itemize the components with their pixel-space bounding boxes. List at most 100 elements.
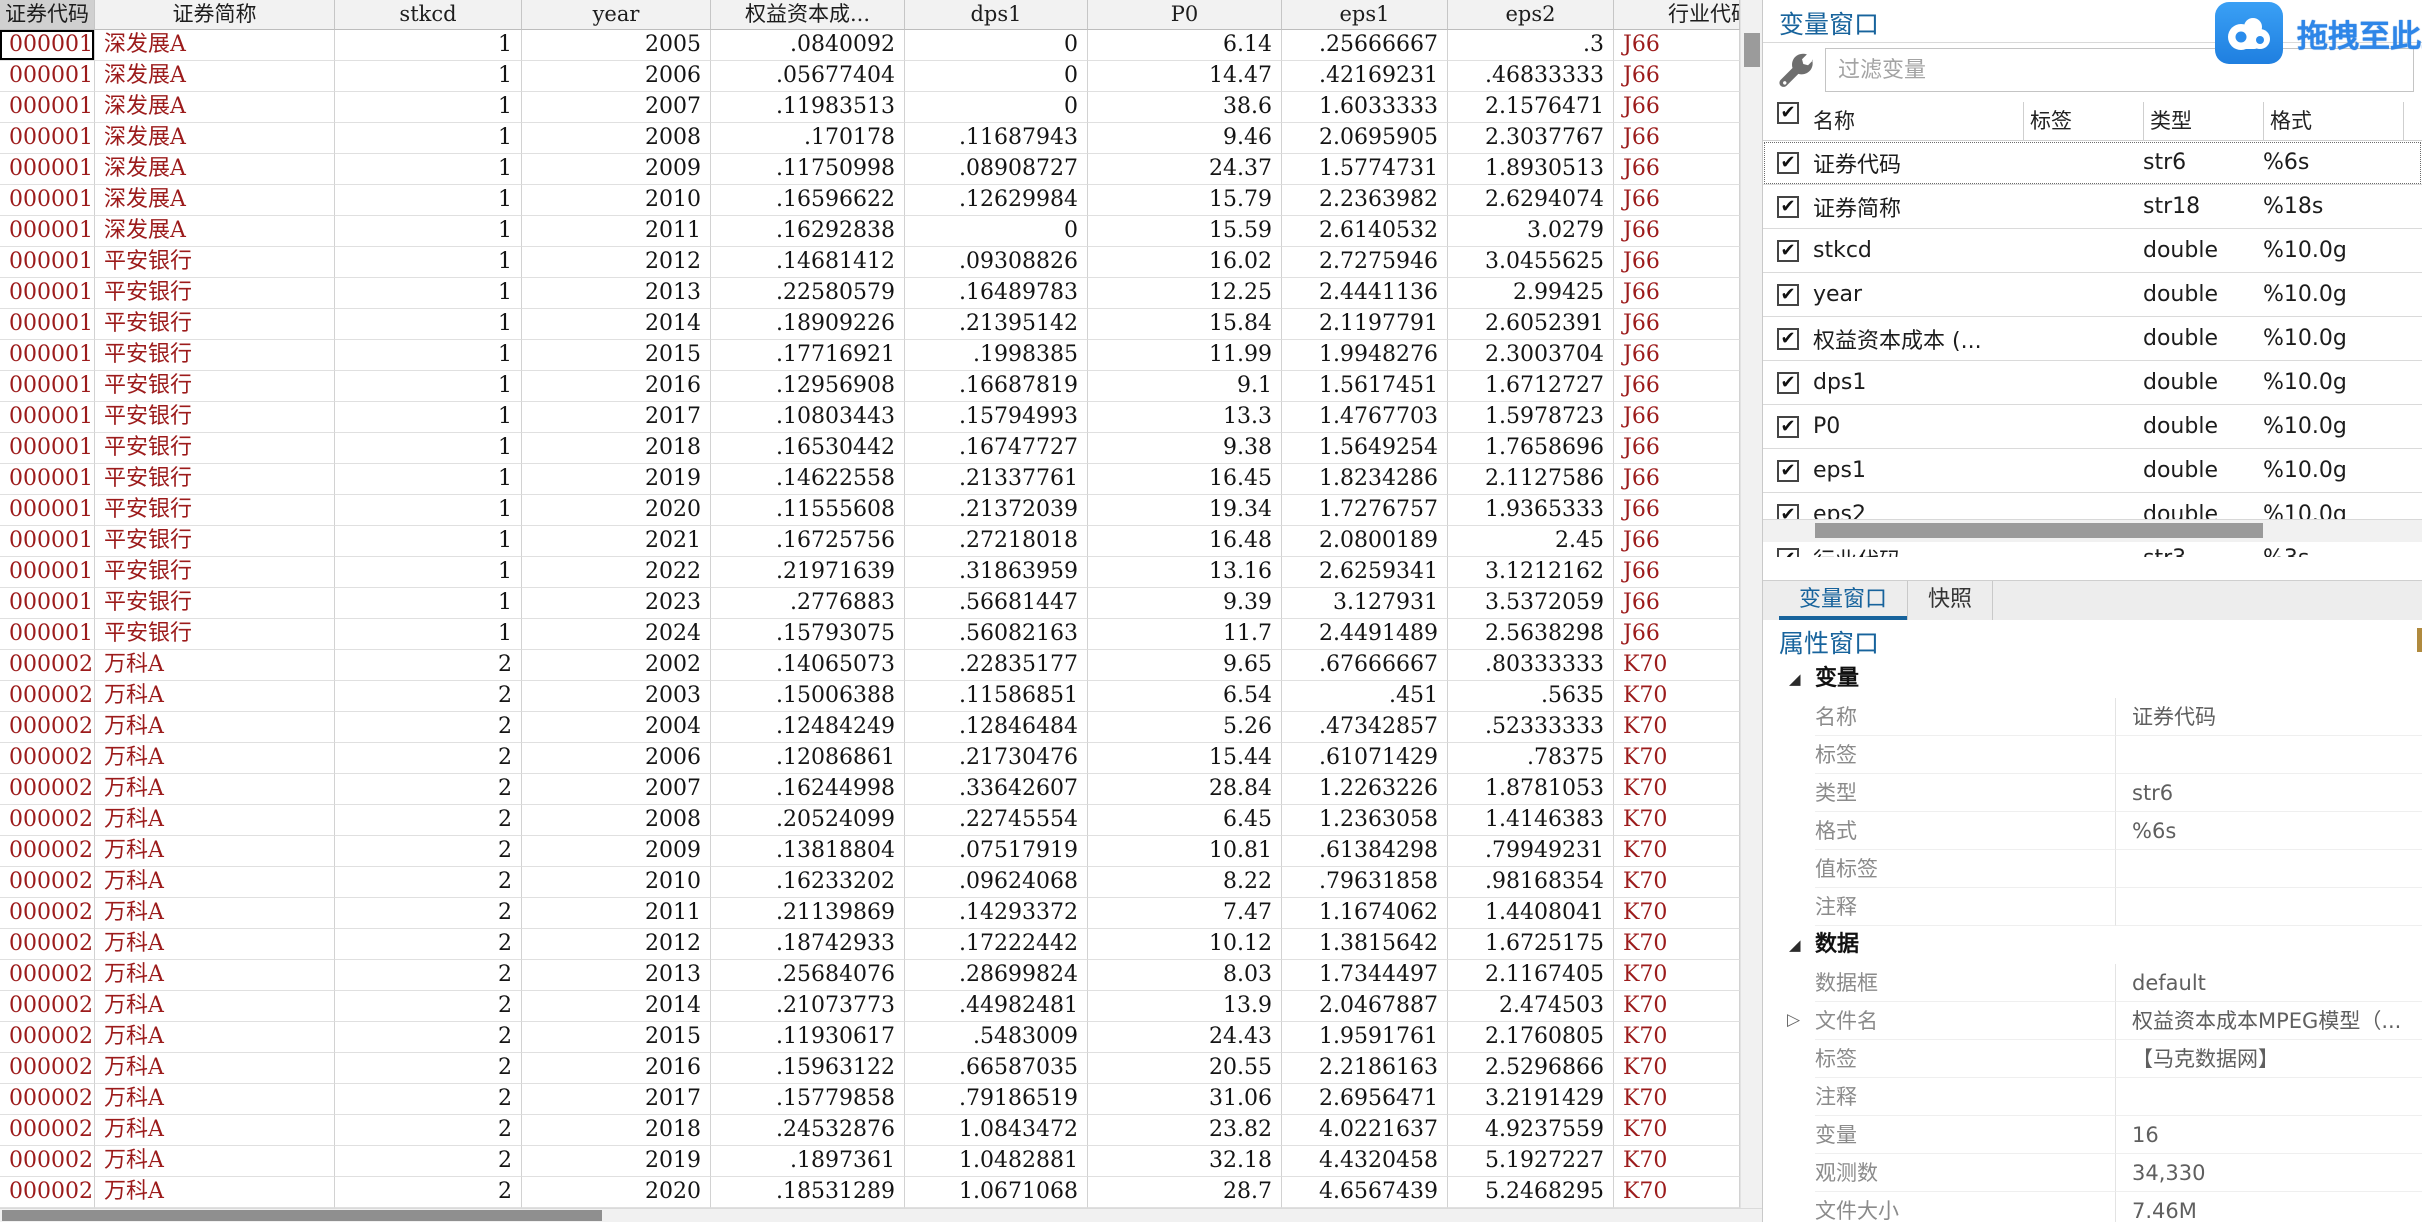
cell[interactable]: 2008	[522, 805, 711, 836]
cell[interactable]: 万科A	[95, 650, 335, 681]
cell[interactable]: .61071429	[1282, 743, 1448, 774]
variable-checkbox[interactable]: ✔	[1777, 416, 1799, 438]
cell[interactable]: J66	[1614, 340, 1740, 371]
cell[interactable]: 16.45	[1088, 464, 1282, 495]
cell[interactable]: J66	[1614, 495, 1740, 526]
cell[interactable]: 万科A	[95, 1146, 335, 1177]
cell[interactable]: 000001	[0, 61, 95, 92]
cell[interactable]: 31.06	[1088, 1084, 1282, 1115]
cell[interactable]: 000001	[0, 526, 95, 557]
cell[interactable]: 2019	[522, 1146, 711, 1177]
section-header[interactable]: ◢数据	[1763, 926, 2422, 964]
cell[interactable]: 9.46	[1088, 123, 1282, 154]
cell[interactable]: 16.48	[1088, 526, 1282, 557]
cell[interactable]: 2.6140532	[1282, 216, 1448, 247]
cell[interactable]: 平安银行	[95, 402, 335, 433]
cell[interactable]: 2021	[522, 526, 711, 557]
cell[interactable]: 13.16	[1088, 557, 1282, 588]
cell[interactable]: .15963122	[711, 1053, 905, 1084]
cell[interactable]: 4.6567439	[1282, 1177, 1448, 1208]
cell[interactable]: .27218018	[905, 526, 1088, 557]
cell[interactable]: 1	[335, 216, 522, 247]
cell[interactable]: 15.79	[1088, 185, 1282, 216]
cell[interactable]: 2.6294074	[1448, 185, 1614, 216]
column-header-format[interactable]: 格式	[2263, 102, 2403, 140]
column-header-name[interactable]: 名称	[1813, 102, 2023, 140]
cell[interactable]: 000002	[0, 898, 95, 929]
cell[interactable]: 2.474503	[1448, 991, 1614, 1022]
cell[interactable]: 1	[335, 557, 522, 588]
cell[interactable]: 2022	[522, 557, 711, 588]
cell[interactable]: 2.2186163	[1282, 1053, 1448, 1084]
cell[interactable]: 深发展A	[95, 61, 335, 92]
cell[interactable]: 万科A	[95, 991, 335, 1022]
table-vertical-scrollbar[interactable]	[1740, 0, 1763, 1208]
variable-checkbox[interactable]: ✔	[1777, 152, 1799, 174]
cell[interactable]: 2.99425	[1448, 278, 1614, 309]
cell[interactable]: .13818804	[711, 836, 905, 867]
cell[interactable]: 3.127931	[1282, 588, 1448, 619]
cell[interactable]: 1.2363058	[1282, 805, 1448, 836]
cell[interactable]: .5635	[1448, 681, 1614, 712]
cell[interactable]: .5483009	[905, 1022, 1088, 1053]
cell[interactable]: 2.1167405	[1448, 960, 1614, 991]
cell[interactable]: 000001	[0, 247, 95, 278]
cell[interactable]: 2.45	[1448, 526, 1614, 557]
cell[interactable]: 1.6725175	[1448, 929, 1614, 960]
cell[interactable]: 2.0800189	[1282, 526, 1448, 557]
cell[interactable]: 1	[335, 30, 522, 61]
cell[interactable]: .79949231	[1448, 836, 1614, 867]
cell[interactable]: .21337761	[905, 464, 1088, 495]
cell[interactable]: .25666667	[1282, 30, 1448, 61]
cell[interactable]: 1.4767703	[1282, 402, 1448, 433]
cell[interactable]: 万科A	[95, 681, 335, 712]
cell[interactable]: J66	[1614, 123, 1740, 154]
property-value[interactable]	[2115, 850, 2422, 888]
column-header-year[interactable]: year	[522, 0, 711, 30]
cell[interactable]: 38.6	[1088, 92, 1282, 123]
cell[interactable]: 000001	[0, 340, 95, 371]
cell[interactable]: .79631858	[1282, 867, 1448, 898]
column-header-行业代码[interactable]: 行业代码	[1614, 0, 1740, 30]
cell[interactable]: 万科A	[95, 960, 335, 991]
cell[interactable]: .11983513	[711, 92, 905, 123]
cell[interactable]: 000002	[0, 743, 95, 774]
cell[interactable]: 000001	[0, 309, 95, 340]
cell[interactable]: 2.6956471	[1282, 1084, 1448, 1115]
cell[interactable]: 24.43	[1088, 1022, 1282, 1053]
cell[interactable]: 5.2468295	[1448, 1177, 1614, 1208]
cell[interactable]: .16725756	[711, 526, 905, 557]
cell[interactable]: 平安银行	[95, 309, 335, 340]
cell[interactable]: 1.6033333	[1282, 92, 1448, 123]
cell[interactable]: 平安银行	[95, 371, 335, 402]
cell[interactable]: 2	[335, 1115, 522, 1146]
cell[interactable]: .1897361	[711, 1146, 905, 1177]
cell[interactable]: 000002	[0, 681, 95, 712]
cell[interactable]: J66	[1614, 619, 1740, 650]
cell[interactable]: 1.0482881	[905, 1146, 1088, 1177]
cell[interactable]: 5.26	[1088, 712, 1282, 743]
cell[interactable]: J66	[1614, 61, 1740, 92]
cell[interactable]: 000002	[0, 960, 95, 991]
cell[interactable]: .16244998	[711, 774, 905, 805]
cell[interactable]: 000001	[0, 185, 95, 216]
cell[interactable]: 2014	[522, 309, 711, 340]
cell[interactable]: 28.7	[1088, 1177, 1282, 1208]
cell[interactable]: 0	[905, 30, 1088, 61]
cell[interactable]: 000001	[0, 433, 95, 464]
cell[interactable]: .16530442	[711, 433, 905, 464]
property-value[interactable]: %6s	[2115, 812, 2422, 850]
cell[interactable]: 6.45	[1088, 805, 1282, 836]
column-header-type[interactable]: 类型	[2143, 102, 2263, 140]
cell[interactable]: .09624068	[905, 867, 1088, 898]
variable-row[interactable]: ✔eps1double%10.0g	[1763, 449, 2422, 493]
cell[interactable]: 2.3003704	[1448, 340, 1614, 371]
cell[interactable]: .20524099	[711, 805, 905, 836]
cell[interactable]: .22580579	[711, 278, 905, 309]
cell[interactable]: 1.9365333	[1448, 495, 1614, 526]
cell[interactable]: J66	[1614, 588, 1740, 619]
cell[interactable]: 000001	[0, 92, 95, 123]
cell[interactable]: 平安银行	[95, 278, 335, 309]
cell[interactable]: 11.7	[1088, 619, 1282, 650]
cell[interactable]: 2011	[522, 898, 711, 929]
